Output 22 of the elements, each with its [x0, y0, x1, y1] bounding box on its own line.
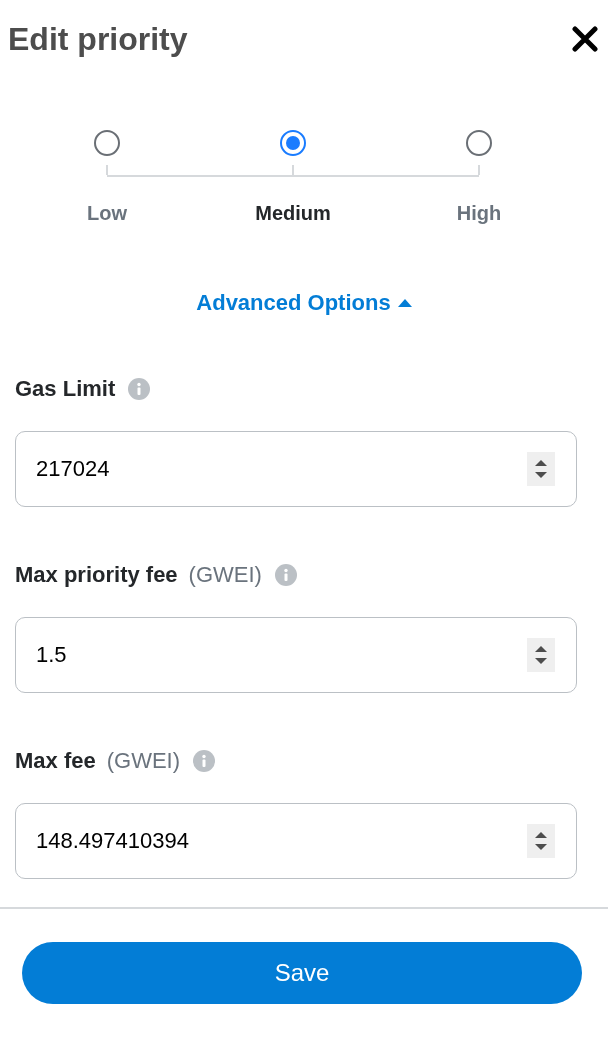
dialog-title: Edit priority: [8, 20, 188, 59]
priority-label[interactable]: High: [456, 200, 502, 226]
caret-up-icon: [397, 299, 412, 307]
stepper-arrows-icon[interactable]: [527, 638, 555, 672]
field-label: Gas Limit: [15, 375, 116, 403]
number-input[interactable]: 217024: [15, 431, 577, 507]
close-icon[interactable]: [572, 26, 598, 52]
number-input[interactable]: 1.5: [15, 617, 577, 693]
number-input[interactable]: 148.497410394: [15, 803, 577, 879]
priority-label[interactable]: Low: [87, 200, 127, 226]
radio-button[interactable]: [280, 130, 306, 156]
priority-label[interactable]: Medium: [255, 200, 331, 226]
stepper-arrows-icon[interactable]: [527, 452, 555, 486]
radio-button[interactable]: [94, 130, 120, 156]
radio-button[interactable]: [466, 130, 492, 156]
stepper-arrows-icon[interactable]: [527, 824, 555, 858]
advanced-options-toggle[interactable]: Advanced Options: [196, 289, 412, 317]
unit-label: (GWEI): [106, 747, 181, 775]
field-label: Max priority fee: [15, 561, 178, 589]
save-button[interactable]: Save: [22, 942, 582, 1004]
unit-label: (GWEI): [188, 561, 262, 589]
field-label: Max fee: [15, 747, 96, 775]
